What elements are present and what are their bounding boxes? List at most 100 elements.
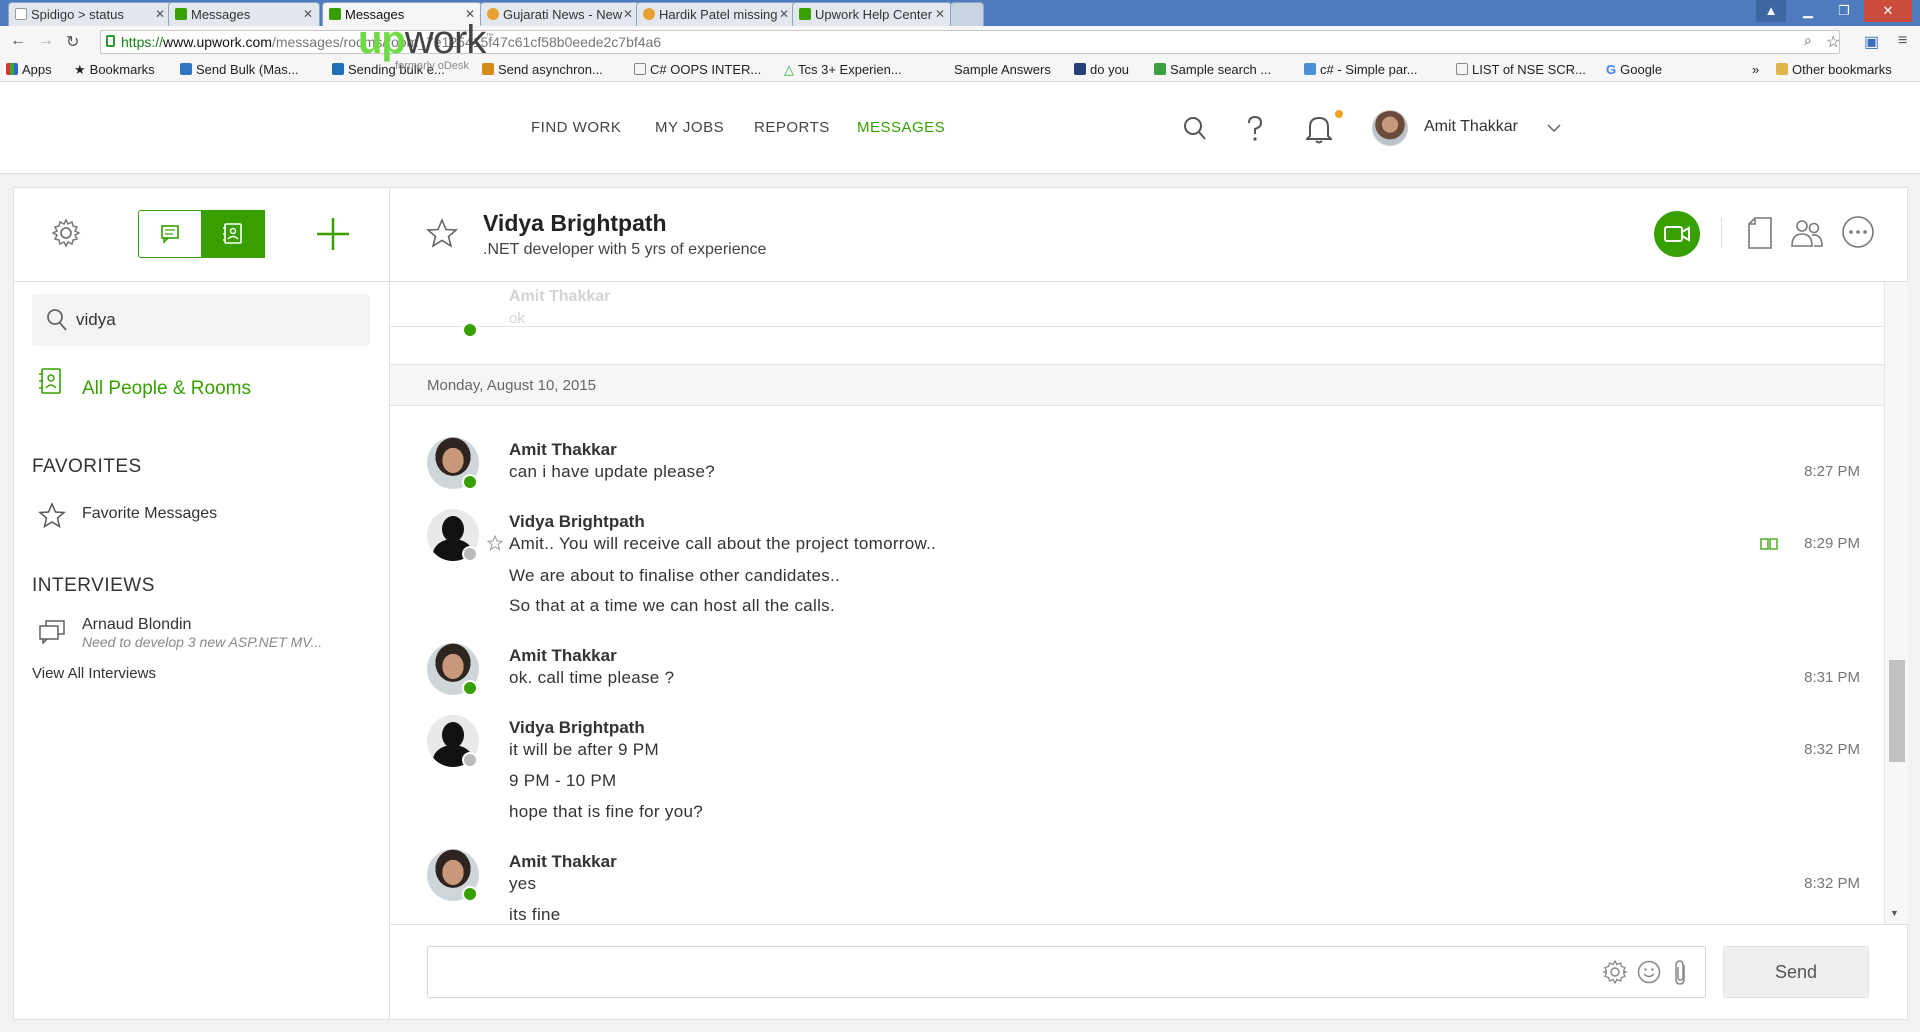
bookmarks-bar: Apps ★ Bookmarks Send Bulk (Mas... Sendin… <box>0 58 1920 82</box>
edit-message-icon[interactable] <box>1760 537 1778 551</box>
chat-view-button[interactable] <box>138 210 201 258</box>
emoji-smiley-icon[interactable] <box>1636 959 1662 985</box>
view-all-interviews-link[interactable]: View All Interviews <box>32 665 156 682</box>
add-room-plus-icon[interactable] <box>315 216 351 252</box>
browser-tab[interactable]: Hardik Patel missing ✕ <box>636 2 796 26</box>
message-time: 8:27 PM <box>1804 463 1860 480</box>
upwork-favicon-icon <box>175 8 187 20</box>
user-name[interactable]: Amit Thakkar <box>1424 118 1518 136</box>
zoom-icon[interactable]: ⌕ <box>1804 32 1812 49</box>
message-text: Amit.. You will receive call about the p… <box>509 534 937 553</box>
profile-icon[interactable]: ▲ <box>1756 0 1786 22</box>
favorite-room-star-icon[interactable] <box>426 218 458 248</box>
scroll-down-arrow-icon[interactable]: ▼ <box>1890 908 1899 918</box>
bookmark-item[interactable]: Sample Answers <box>954 62 1051 77</box>
header-separator <box>1721 218 1722 248</box>
site-icon <box>482 63 494 75</box>
extension-icon[interactable]: ▣ <box>1864 32 1879 52</box>
upwork-favicon-icon <box>799 8 811 20</box>
message-time: 8:29 PM <box>1804 535 1860 552</box>
bookmark-item[interactable]: G Google <box>1606 62 1662 77</box>
bookmark-item[interactable]: ★ Bookmarks <box>74 62 155 78</box>
tab-close-icon[interactable]: ✕ <box>623 7 633 21</box>
notifications-bell-icon[interactable] <box>1306 114 1332 144</box>
browser-tab[interactable]: Gujarati News - New ✕ <box>480 2 640 26</box>
more-options-icon[interactable] <box>1840 214 1876 250</box>
attachment-paperclip-icon[interactable] <box>1672 959 1690 987</box>
message-time: 8:32 PM <box>1804 875 1860 892</box>
forward-arrow-icon[interactable]: → <box>38 32 54 50</box>
news-favicon-icon <box>643 8 655 20</box>
maximize-button[interactable]: ❐ <box>1826 0 1862 22</box>
message-input[interactable] <box>427 946 1706 998</box>
chevron-down-icon[interactable] <box>1546 122 1562 134</box>
room-title: Vidya Brightpath <box>483 210 667 236</box>
bookmark-item[interactable]: Send Bulk (Mas... <box>180 62 299 77</box>
date-separator: Monday, August 10, 2015 <box>390 364 1884 406</box>
offline-status-dot <box>462 752 478 768</box>
site-icon <box>180 63 192 75</box>
contacts-view-button[interactable] <box>201 210 265 258</box>
tab-title: Spidigo > status <box>31 7 124 22</box>
interview-chat-icon <box>39 620 65 644</box>
tab-close-icon[interactable]: ✕ <box>935 7 945 21</box>
tab-close-icon[interactable]: ✕ <box>779 7 789 21</box>
browser-tabstrip: Spidigo > status ✕ Messages ✕ Messages ✕ Gu… <box>0 0 1920 28</box>
bookmark-item[interactable]: Sample search ... <box>1154 62 1271 77</box>
bookmark-item[interactable]: do you <box>1074 62 1129 77</box>
video-call-button[interactable] <box>1654 211 1700 257</box>
browser-toolbar: ← → ↻ https://www.upwork.com/messages/ro… <box>0 26 1920 58</box>
bookmark-item[interactable]: Send asynchron... <box>482 62 603 77</box>
reload-icon[interactable]: ↻ <box>66 32 79 52</box>
bookmark-label: Tcs 3+ Experien... <box>798 62 902 77</box>
room-subtitle: .NET developer with 5 yrs of experience <box>483 241 767 258</box>
browser-tab[interactable]: Messages ✕ <box>168 2 320 26</box>
nav-my-jobs[interactable]: MY JOBS <box>655 119 724 136</box>
bookmark-item[interactable]: c# - Simple par... <box>1304 62 1418 77</box>
favorite-messages-link[interactable]: Favorite Messages <box>82 505 217 523</box>
close-window-button[interactable]: ✕ <box>1864 0 1912 22</box>
room-members-icon[interactable] <box>1790 216 1824 250</box>
browser-tab[interactable]: Spidigo > status ✕ <box>8 2 172 26</box>
bookmark-label: LIST of NSE SCR... <box>1472 62 1586 77</box>
bookmark-item[interactable]: △ Tcs 3+ Experien... <box>784 62 902 78</box>
bookmark-item[interactable]: LIST of NSE SCR... <box>1456 62 1586 77</box>
offline-status-dot <box>462 546 478 562</box>
message-time: 8:31 PM <box>1804 669 1860 686</box>
tab-title: Messages <box>191 7 251 22</box>
tab-close-icon[interactable]: ✕ <box>303 7 313 21</box>
bookmark-star-icon[interactable]: ☆ <box>1826 32 1840 52</box>
other-bookmarks[interactable]: Other bookmarks <box>1776 62 1892 77</box>
help-icon[interactable] <box>1246 116 1264 142</box>
chat-bubble-icon <box>161 225 179 244</box>
tab-close-icon[interactable]: ✕ <box>155 7 165 21</box>
new-tab-button[interactable] <box>950 2 984 26</box>
star-message-icon[interactable] <box>487 535 503 551</box>
upwork-logo[interactable]: upwork™ <box>358 18 493 63</box>
file-icon[interactable] <box>1746 216 1774 250</box>
nav-find-work[interactable]: FIND WORK <box>531 119 621 136</box>
room-search-input[interactable] <box>76 308 346 332</box>
thread-scrollbar[interactable] <box>1884 282 1908 924</box>
user-avatar[interactable] <box>1372 110 1408 146</box>
bookmark-item[interactable]: Apps <box>6 62 52 77</box>
all-people-rooms-link[interactable]: All People & Rooms <box>82 378 251 400</box>
scrollbar-thumb[interactable] <box>1889 660 1905 762</box>
bookmarks-overflow-button[interactable]: » <box>1752 62 1759 77</box>
settings-gear-icon[interactable] <box>1602 959 1628 985</box>
interview-item-name[interactable]: Arnaud Blondin <box>82 616 191 634</box>
search-icon <box>47 309 67 331</box>
send-button[interactable]: Send <box>1723 946 1869 998</box>
search-icon[interactable] <box>1183 116 1207 142</box>
nav-reports[interactable]: REPORTS <box>754 119 830 136</box>
message-text: it will be after 9 PM <box>509 740 659 759</box>
bookmark-item[interactable]: C# OOPS INTER... <box>634 62 761 77</box>
nav-messages[interactable]: MESSAGES <box>857 119 945 136</box>
interview-item-subtitle: Need to develop 3 new ASP.NET MV... <box>82 634 323 650</box>
minimize-button[interactable]: ▁ <box>1790 0 1826 22</box>
browser-tab[interactable]: Upwork Help Center ✕ <box>792 2 952 26</box>
back-arrow-icon[interactable]: ← <box>10 32 26 50</box>
settings-gear-icon[interactable] <box>50 217 82 249</box>
online-status-dot <box>462 474 478 490</box>
chrome-menu-icon[interactable]: ≡ <box>1898 32 1907 50</box>
